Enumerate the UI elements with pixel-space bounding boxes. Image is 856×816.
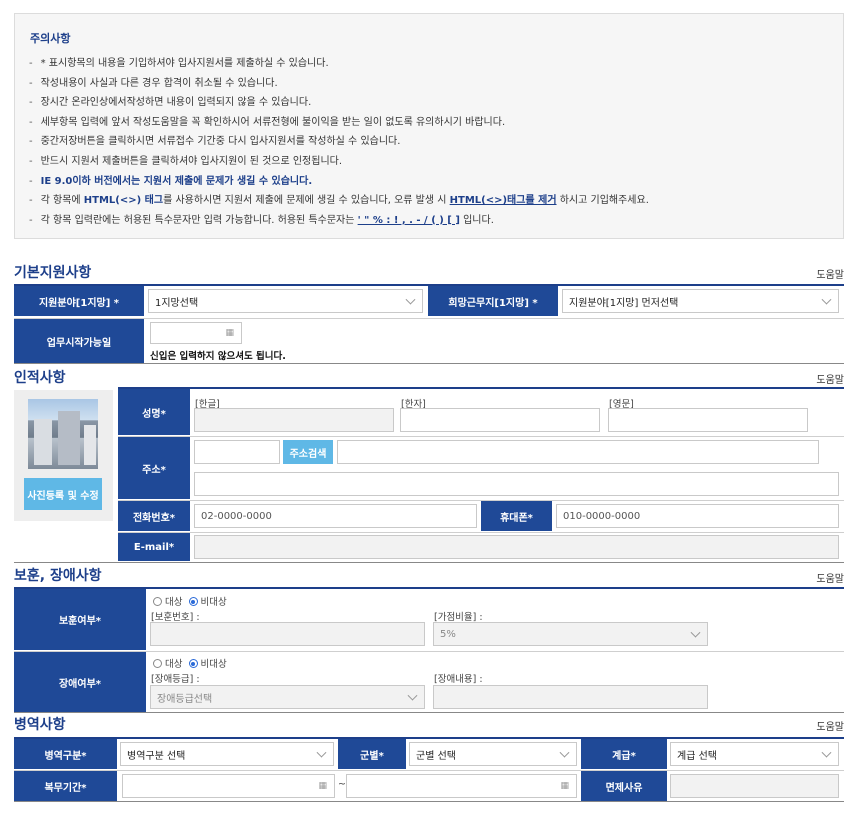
name-korean-input xyxy=(194,408,394,432)
name-english-input[interactable] xyxy=(608,408,808,432)
disability-grade-label: [장애등급] : xyxy=(151,674,200,685)
rank-select[interactable]: 계급 선택 xyxy=(670,742,839,766)
photo-panel: 사진등록 및 수정 xyxy=(14,390,113,521)
section-bottom xyxy=(14,712,844,713)
disability-grade-select: 장애등급선택 xyxy=(150,685,425,709)
military-type-select[interactable]: 병역구분 선택 xyxy=(120,742,334,766)
notice-title: 주의사항 xyxy=(30,32,71,45)
disability-detail-label: [장애내용] : xyxy=(434,674,483,685)
notice-item: * 표시항목의 내용을 기입하셔야 입사지원서를 제출하실 수 있습니다. xyxy=(29,54,839,74)
bonus-rate-select: 5% xyxy=(433,622,708,646)
row-divider xyxy=(14,770,844,771)
veteran-radio-group: 대상 비대상 xyxy=(153,594,227,608)
notice-item-ie-warning: IE 9.0이하 버전에서는 지원서 제출에 문제가 생길 수 있습니다. xyxy=(29,172,839,192)
veteran-number-label: [보훈번호] : xyxy=(151,612,200,623)
address-detail-input[interactable] xyxy=(194,472,839,496)
service-period-label: 복무기간* xyxy=(14,771,117,801)
chevron-down-icon xyxy=(316,747,327,758)
mobile-input[interactable]: 010-0000-0000 xyxy=(556,504,839,528)
radio-icon[interactable] xyxy=(188,659,198,668)
notice-item: 작성내용이 사실과 다른 경우 합격이 취소될 수 있습니다. xyxy=(29,74,839,94)
mobile-label: 휴대폰* xyxy=(481,501,552,531)
email-label: E-mail* xyxy=(118,533,190,561)
row-divider xyxy=(118,436,844,437)
notice-item: 세부항목 입력에 앞서 작성도움말을 꼭 확인하시어 서류전형에 불이익을 받는… xyxy=(29,113,839,133)
radio-icon[interactable] xyxy=(188,597,198,606)
help-link-basic[interactable]: 도움말 xyxy=(816,266,844,281)
notice-list: * 표시항목의 내용을 기입하셔야 입사지원서를 제출하실 수 있습니다. 작성… xyxy=(29,54,839,230)
bonus-rate-label: [가점비율] : xyxy=(434,612,483,623)
address-search-button[interactable]: 주소검색 xyxy=(283,440,333,464)
help-link-military[interactable]: 도움말 xyxy=(816,718,844,733)
chevron-down-icon xyxy=(690,627,701,638)
calendar-icon[interactable]: ▦ xyxy=(318,781,327,791)
address-main-input[interactable] xyxy=(337,440,819,464)
start-date-label: 업무시작가능일 xyxy=(14,319,144,363)
radio-icon[interactable] xyxy=(153,659,162,668)
location-select[interactable]: 지원분야[1지망] 먼저선택 xyxy=(562,289,839,313)
section-bottom xyxy=(14,562,844,563)
name-hanja-input[interactable] xyxy=(400,408,600,432)
branch-select[interactable]: 군별 선택 xyxy=(409,742,577,766)
exemption-label: 면제사유 xyxy=(581,771,667,801)
zipcode-input[interactable] xyxy=(194,440,280,464)
disability-target-radio[interactable]: 대상 xyxy=(153,659,182,670)
section-title-veteran: 보훈, 장애사항 xyxy=(14,568,102,584)
start-date-note: 신입은 입력하지 않으셔도 됩니다. xyxy=(150,351,286,362)
section-title-personal: 인적사항 xyxy=(14,370,66,386)
start-date-input[interactable]: ▦ xyxy=(150,322,242,344)
disability-nontarget-radio[interactable]: 비대상 xyxy=(188,659,227,670)
service-end-input[interactable]: ▦ xyxy=(346,774,577,798)
notice-item: 반드시 지원서 제출버튼을 클릭하셔야 입사지원이 된 것으로 인정됩니다. xyxy=(29,152,839,172)
exemption-input xyxy=(670,774,839,798)
field-label: 지원분야[1지망] * xyxy=(14,286,144,316)
address-label: 주소* xyxy=(118,437,190,499)
notice-item-special-chars: 각 항목 입력란에는 허용된 특수문자만 입력 가능합니다. 허용된 특수문자는… xyxy=(29,211,839,231)
chevron-down-icon xyxy=(821,294,832,305)
notice-box: 주의사항 * 표시항목의 내용을 기입하셔야 입사지원서를 제출하실 수 있습니… xyxy=(14,13,844,239)
photo-upload-button[interactable]: 사진등록 및 수정 xyxy=(24,478,102,510)
section-divider xyxy=(14,737,844,739)
chevron-down-icon xyxy=(821,747,832,758)
section-divider xyxy=(118,387,844,389)
veteran-nontarget-radio[interactable]: 비대상 xyxy=(188,597,227,608)
applicant-photo xyxy=(28,399,98,469)
section-bottom xyxy=(14,801,844,802)
help-link-veteran[interactable]: 도움말 xyxy=(816,570,844,585)
military-type-label: 병역구분* xyxy=(14,739,117,769)
email-input xyxy=(194,535,839,559)
phone-input[interactable]: 02-0000-0000 xyxy=(194,504,477,528)
radio-icon[interactable] xyxy=(153,597,162,606)
disability-radio-group: 대상 비대상 xyxy=(153,656,227,670)
notice-item: 장시간 온라인상에서작성하면 내용이 입력되지 않을 수 있습니다. xyxy=(29,93,839,113)
location-label: 희망근무지[1지망] * xyxy=(428,286,558,316)
chevron-down-icon xyxy=(407,690,418,701)
branch-label: 군별* xyxy=(338,739,406,769)
field-select[interactable]: 1지망선택 xyxy=(148,289,423,313)
veteran-number-input xyxy=(150,622,425,646)
calendar-icon[interactable]: ▦ xyxy=(225,328,234,338)
service-start-input[interactable]: ▦ xyxy=(122,774,335,798)
calendar-icon[interactable]: ▦ xyxy=(560,781,569,791)
section-bottom xyxy=(14,363,844,364)
help-link-personal[interactable]: 도움말 xyxy=(816,371,844,386)
name-label: 성명* xyxy=(118,389,190,435)
veteran-label: 보훈여부* xyxy=(14,589,146,650)
section-title-basic: 기본지원사항 xyxy=(14,265,92,281)
chevron-down-icon xyxy=(405,294,416,305)
chevron-down-icon xyxy=(559,747,570,758)
disability-detail-input xyxy=(433,685,708,709)
section-title-military: 병역사항 xyxy=(14,717,66,733)
veteran-target-radio[interactable]: 대상 xyxy=(153,597,182,608)
phone-label: 전화번호* xyxy=(118,501,190,531)
notice-item: 중간저장버튼을 클릭하시면 서류접수 기간중 다시 입사지원서를 작성하실 수 … xyxy=(29,132,839,152)
row-divider xyxy=(118,532,844,533)
rank-label: 계급* xyxy=(581,739,667,769)
disability-label: 장애여부* xyxy=(14,652,146,712)
date-range-separator: ~ xyxy=(338,779,346,790)
notice-item-html: 각 항목에 HTML(<>) 태그를 사용하시면 지원서 제출에 문제에 생길 … xyxy=(29,191,839,211)
